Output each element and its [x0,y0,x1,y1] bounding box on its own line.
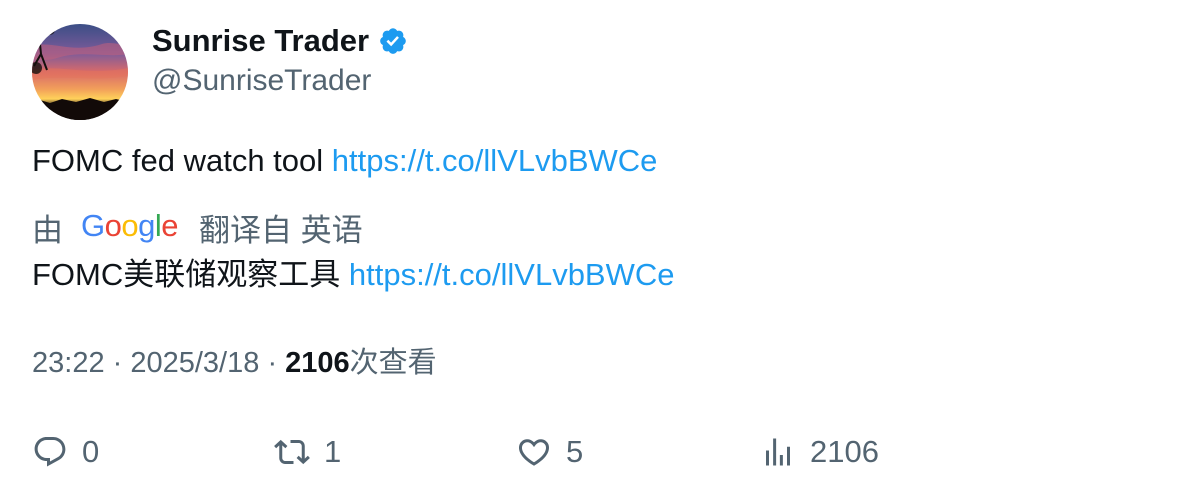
author-handle[interactable]: @SunriseTrader [152,62,408,100]
tweet-link[interactable]: https://t.co/llVLvbBWCe [332,143,658,178]
translated-text: FOMC美联储观察工具 https://t.co/llVLvbBWCe [32,254,675,296]
tweet-date[interactable]: 2025/3/18 [130,347,259,379]
translated-from-label[interactable]: 翻译自 英语 [199,205,363,250]
views-count: 2106 [285,347,350,379]
tweet-meta: 23:22 · 2025/3/18 · 2106次查看 [32,342,437,384]
svg-text:Google: Google [81,210,178,243]
like-button[interactable]: 5 [516,430,583,474]
author-display-name[interactable]: Sunrise Trader [152,22,369,60]
retweet-icon [274,439,310,465]
verified-badge-icon[interactable] [378,26,408,56]
retweet-count: 1 [324,434,342,469]
views-label: 次查看 [349,347,437,379]
like-count: 5 [566,434,584,469]
views-button[interactable]: 2106 [760,430,879,474]
translated-text-body: FOMC美联储观察工具 [32,257,349,292]
translation-attribution: 由 Google 翻译自 英语 [32,205,363,249]
tweet-text-body: FOMC fed watch tool [32,143,332,178]
action-bar: 0 1 5 2106 [0,430,1196,474]
meta-separator: · [112,347,131,379]
author-block: Sunrise Trader @SunriseTrader [152,22,408,100]
tweet-time[interactable]: 23:22 [32,347,105,379]
avatar[interactable] [32,24,128,120]
reply-button[interactable]: 0 [32,430,99,474]
meta-separator: · [267,347,286,379]
heart-icon [518,439,550,466]
translated-link[interactable]: https://t.co/llVLvbBWCe [349,257,675,292]
translated-by-label: 由 [32,212,63,248]
name-row: Sunrise Trader [152,22,408,60]
google-logo-icon: Google [81,210,179,243]
reply-icon [34,437,66,467]
reply-count: 0 [82,434,100,469]
analytics-icon [766,438,790,466]
tweet-text: FOMC fed watch tool https://t.co/llVLvbB… [32,140,657,182]
retweet-button[interactable]: 1 [274,430,341,474]
views-action-count: 2106 [810,434,879,469]
